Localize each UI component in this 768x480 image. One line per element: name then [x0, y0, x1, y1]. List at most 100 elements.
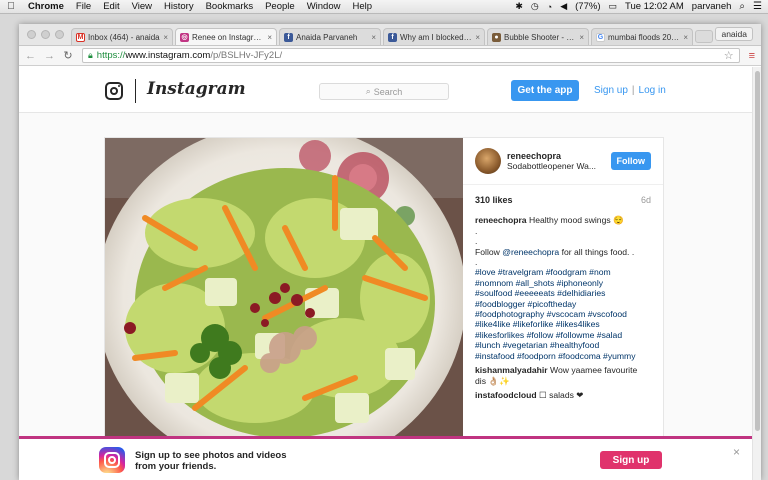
search-input[interactable]: ⌕ Search — [319, 83, 449, 100]
banner-signup-button[interactable]: Sign up — [600, 451, 662, 469]
get-the-app-button[interactable]: Get the app — [511, 80, 579, 101]
hashtag-line[interactable]: #soulfood #eeeeeats #delhidiaries — [475, 288, 651, 298]
tab-instagram[interactable]: ◎ Renee on Instagram: " × — [175, 28, 277, 45]
menu-bookmarks[interactable]: Bookmarks — [200, 1, 260, 12]
caption-follow-line: Follow @reneechopra for all things food.… — [475, 247, 651, 257]
tab-close-icon[interactable]: × — [371, 33, 376, 42]
scrollbar-thumb[interactable] — [755, 71, 760, 431]
instagram-app-icon — [99, 447, 125, 473]
menu-edit[interactable]: Edit — [97, 1, 125, 12]
tab-title: Bubble Shooter - Click — [504, 32, 578, 42]
auth-links: Sign up | Log in — [594, 85, 666, 96]
user-block: reneechopra Sodabottleopener Wa... — [507, 151, 596, 172]
mention-link[interactable]: @reneechopra — [502, 247, 559, 257]
reload-icon[interactable]: ↻ — [63, 49, 73, 62]
hashtag-line[interactable]: #love #travelgram #foodgram #nom — [475, 267, 651, 277]
menu-file[interactable]: File — [70, 1, 97, 12]
hashtag-line[interactable]: #likesforlikes #follow #followme #salad — [475, 330, 651, 340]
bluetooth-icon[interactable]: ✱ — [515, 1, 523, 12]
page-scrollbar[interactable] — [752, 67, 761, 480]
signup-link[interactable]: Sign up — [594, 85, 628, 96]
close-window-button[interactable] — [27, 30, 36, 39]
comment-username[interactable]: instafoodcloud — [475, 390, 537, 400]
clock[interactable]: Tue 12:02 AM — [625, 1, 684, 12]
chrome-menu-icon[interactable]: ≡ — [749, 50, 755, 62]
caption-dot: . — [475, 257, 478, 268]
tab-close-icon[interactable]: × — [579, 33, 584, 42]
menu-people[interactable]: People — [259, 1, 301, 12]
notification-center-icon[interactable]: ☰ — [753, 1, 762, 12]
follow-button[interactable]: Follow — [610, 152, 651, 171]
tab-title: mumbai floods 2005 - — [608, 32, 682, 42]
comment-text: ☐ salads ❤ — [538, 389, 584, 400]
post-location[interactable]: Sodabottleopener Wa... — [507, 161, 596, 171]
likes-count[interactable]: 310 likes — [475, 195, 513, 205]
menu-help[interactable]: Help — [346, 1, 378, 12]
wifi-icon[interactable]: ◔ — [547, 2, 552, 12]
macos-menu-bar:  Chrome File Edit View History Bookmark… — [0, 0, 768, 14]
comment-text-continued: dis 👌🏼✨ — [475, 375, 510, 386]
comment-username[interactable]: kishanmalyadahir — [475, 365, 548, 375]
zoom-window-button[interactable] — [55, 30, 64, 39]
game-icon: ● — [492, 32, 501, 42]
tab-close-icon[interactable]: × — [163, 33, 168, 42]
tab-close-icon[interactable]: × — [683, 33, 688, 42]
caption-line: reneechopra Healthy mood swings 😌 — [475, 215, 651, 225]
hashtag-line[interactable]: #like4like #likeforlike #likes4likes — [475, 319, 651, 329]
menu-app-chrome[interactable]: Chrome — [22, 1, 70, 12]
close-icon[interactable]: × — [733, 445, 740, 459]
hashtag-line[interactable]: #nomnom #all_shots #iphoneonly — [475, 278, 651, 288]
spotlight-search-icon[interactable]: ⌕ — [739, 1, 745, 12]
hashtag-line[interactable]: #foodblogger #picoftheday — [475, 299, 651, 309]
hashtag-line[interactable]: #foodphotography #vscocam #vscofood — [475, 309, 651, 319]
comment-item: kishanmalyadahir Wow yaamee favourite — [475, 365, 651, 375]
timemachine-icon[interactable]: ◷ — [531, 1, 539, 12]
tab-title: Inbox (464) - anaida — [88, 32, 160, 42]
volume-icon[interactable]: ◀ — [560, 1, 567, 12]
tab-facebook-blocked[interactable]: f Why am I blocked from × — [383, 28, 485, 45]
post-photo-salad[interactable] — [105, 138, 463, 443]
post-age[interactable]: 6d — [641, 195, 651, 205]
salad-photo-image — [105, 138, 463, 443]
avatar[interactable] — [475, 148, 501, 174]
facebook-icon: f — [284, 32, 293, 42]
instagram-wordmark[interactable]: Instagram — [147, 79, 246, 99]
hashtag-line[interactable]: #instafood #foodporn #foodcoma #yummy — [475, 351, 651, 361]
post-username[interactable]: reneechopra — [507, 151, 596, 161]
menu-view[interactable]: View — [126, 1, 158, 12]
tab-title: Renee on Instagram: " — [192, 32, 266, 42]
tab-facebook-profile[interactable]: f Anaida Parvaneh × — [279, 28, 381, 45]
logo-divider — [135, 79, 136, 103]
post-header: reneechopra Sodabottleopener Wa... Follo… — [463, 138, 663, 185]
minimize-window-button[interactable] — [41, 30, 50, 39]
tab-google-search[interactable]: G mumbai floods 2005 - × — [591, 28, 693, 45]
battery-percent[interactable]: (77%) — [575, 1, 600, 12]
menu-window[interactable]: Window — [301, 1, 347, 12]
battery-icon[interactable]: ▭ — [608, 1, 617, 12]
tab-close-icon[interactable]: × — [267, 33, 272, 42]
tab-bubble-shooter[interactable]: ● Bubble Shooter - Click × — [487, 28, 589, 45]
url-scheme: https:// — [96, 50, 126, 61]
back-arrow-icon[interactable]: ← — [25, 50, 36, 62]
tab-gmail[interactable]: M Inbox (464) - anaida × — [71, 28, 173, 45]
caption-username[interactable]: reneechopra — [475, 215, 527, 225]
profile-button[interactable]: anaida — [715, 27, 753, 41]
tab-close-icon[interactable]: × — [475, 33, 480, 42]
bookmark-star-icon[interactable]: ☆ — [724, 49, 734, 62]
comments-section: reneechopra Healthy mood swings 😌 . . Fo… — [463, 205, 663, 400]
gmail-icon: M — [76, 32, 85, 42]
banner-line-2: from your friends. — [135, 461, 217, 472]
address-bar[interactable]: 🔒︎ https:// www.instagram.com /p/BSLHv-J… — [82, 48, 740, 63]
login-link[interactable]: Log in — [639, 85, 666, 96]
tab-title: Why am I blocked from — [400, 32, 473, 42]
search-placeholder: Search — [373, 86, 403, 97]
apple-menu-icon[interactable]:  — [0, 1, 22, 12]
tab-bar: M Inbox (464) - anaida × ◎ Renee on Inst… — [19, 24, 761, 46]
menu-history[interactable]: History — [158, 1, 200, 12]
window-controls — [27, 30, 64, 39]
forward-arrow-icon[interactable]: → — [44, 50, 55, 62]
hashtag-line[interactable]: #lunch #vegetarian #healthyfood — [475, 340, 651, 350]
user-name[interactable]: parvaneh — [692, 1, 732, 12]
new-tab-button[interactable] — [695, 30, 713, 43]
instagram-camera-icon[interactable] — [105, 82, 123, 100]
